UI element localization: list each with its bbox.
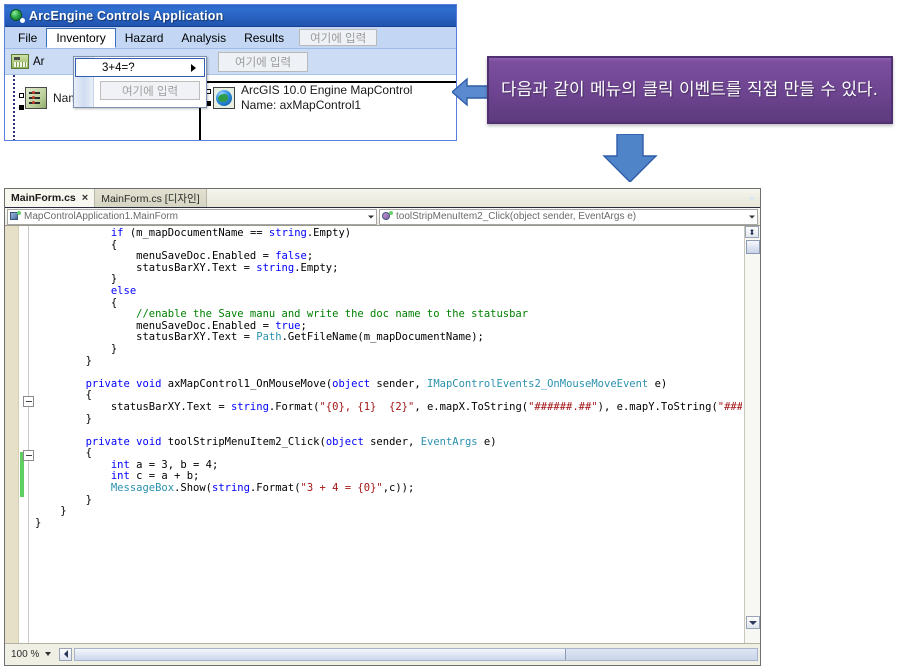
dropdown-type-here-placeholder[interactable]: 여기에 입력: [100, 81, 200, 100]
editor-navigation-bar: MapControlApplication1.MainForm toolStri…: [5, 208, 760, 226]
menu-analysis[interactable]: Analysis: [172, 27, 235, 48]
menu-inventory[interactable]: Inventory: [46, 28, 116, 48]
map-control-title: ArcGIS 10.0 Engine MapControl: [241, 83, 413, 97]
scroll-left-button[interactable]: [59, 647, 73, 661]
editor-statusbar: 100 %: [5, 644, 760, 664]
horizontal-scrollbar[interactable]: [74, 647, 758, 661]
selection-handle[interactable]: [19, 105, 24, 110]
winform-titlebar: ArcEngine Controls Application: [5, 5, 456, 27]
map-control-item[interactable]: ArcGIS 10.0 Engine MapControl Name: axMa…: [213, 83, 412, 113]
menu-hazard[interactable]: Hazard: [116, 27, 173, 48]
designer-dotted-guide-left: [13, 75, 15, 140]
toolstrip-label: Ar: [33, 55, 45, 68]
member-selector-combo[interactable]: toolStripMenuItem2_Click(object sender, …: [379, 208, 758, 225]
scroll-down-button[interactable]: [746, 616, 760, 629]
toolbar-control-icon: [11, 54, 29, 69]
method-icon: [382, 211, 393, 222]
toc-control-icon: [25, 87, 47, 109]
fold-toggle-icon[interactable]: [23, 396, 34, 407]
inventory-dropdown-menu: 3+4=? 여기에 입력: [73, 56, 207, 108]
tab-list-dropdown-icon[interactable]: [746, 193, 758, 205]
toolstrip-type-here-placeholder[interactable]: 여기에 입력: [218, 52, 309, 72]
class-icon: [10, 211, 21, 222]
menubar-type-here-placeholder[interactable]: 여기에 입력: [299, 29, 378, 46]
split-handle-icon[interactable]: ⬍: [745, 226, 759, 238]
menu-file[interactable]: File: [9, 27, 46, 48]
editor-indicator-margin: [5, 226, 19, 643]
tab-mainform-cs-design-label: MainForm.cs [디자인]: [101, 192, 200, 205]
winform-menubar: File Inventory Hazard Analysis Results 여…: [5, 27, 456, 49]
chevron-down-icon[interactable]: [368, 215, 374, 218]
type-selector-value: MapControlApplication1.MainForm: [24, 211, 178, 222]
map-control-name: Name: axMapControl1: [241, 98, 362, 112]
menu-item-3plus4[interactable]: 3+4=?: [75, 58, 205, 77]
fold-toggle-icon[interactable]: [23, 450, 34, 461]
callout-box: 다음과 같이 메뉴의 클릭 이벤트를 직접 만들 수 있다.: [487, 56, 893, 124]
tab-mainform-cs-label: MainForm.cs: [11, 192, 76, 204]
editor-fold-line: [28, 226, 29, 643]
editor-tabstrip: MainForm.cs × MainForm.cs [디자인]: [5, 189, 760, 208]
arrow-down-icon: [596, 133, 664, 183]
map-control-icon: [213, 87, 235, 109]
arrow-left-icon: [450, 76, 491, 108]
winforms-designer-window: ArcEngine Controls Application File Inve…: [4, 4, 457, 141]
close-icon[interactable]: ×: [82, 192, 88, 204]
menu-results[interactable]: Results: [235, 27, 293, 48]
chevron-down-icon[interactable]: [749, 215, 755, 218]
tab-mainform-cs-design[interactable]: MainForm.cs [디자인]: [95, 189, 207, 207]
scrollbar-thumb[interactable]: [746, 240, 760, 254]
tab-mainform-cs[interactable]: MainForm.cs ×: [5, 189, 96, 207]
editor-vertical-scrollbar[interactable]: ⬍: [744, 226, 760, 643]
winform-title: ArcEngine Controls Application: [29, 8, 224, 23]
type-selector-combo[interactable]: MapControlApplication1.MainForm: [7, 208, 377, 225]
chevron-right-icon: [191, 63, 196, 72]
menu-item-3plus4-label: 3+4=?: [102, 61, 135, 74]
visual-studio-window: MainForm.cs × MainForm.cs [디자인] MapContr…: [4, 188, 761, 666]
callout-text: 다음과 같이 메뉴의 클릭 이벤트를 직접 만들 수 있다.: [501, 79, 879, 100]
globe-icon: [9, 8, 25, 23]
member-selector-value: toolStripMenuItem2_Click(object sender, …: [396, 211, 637, 222]
screenshot-root: ArcEngine Controls Application File Inve…: [0, 0, 899, 668]
chevron-down-icon[interactable]: [45, 652, 52, 656]
code-text: if (m_mapDocumentName == string.Empty) {…: [35, 228, 742, 529]
selection-handle[interactable]: [19, 93, 24, 98]
scrollbar-thumb[interactable]: [75, 648, 567, 660]
code-editor[interactable]: if (m_mapDocumentName == string.Empty) {…: [5, 226, 760, 644]
zoom-level-label: 100 %: [11, 648, 40, 660]
